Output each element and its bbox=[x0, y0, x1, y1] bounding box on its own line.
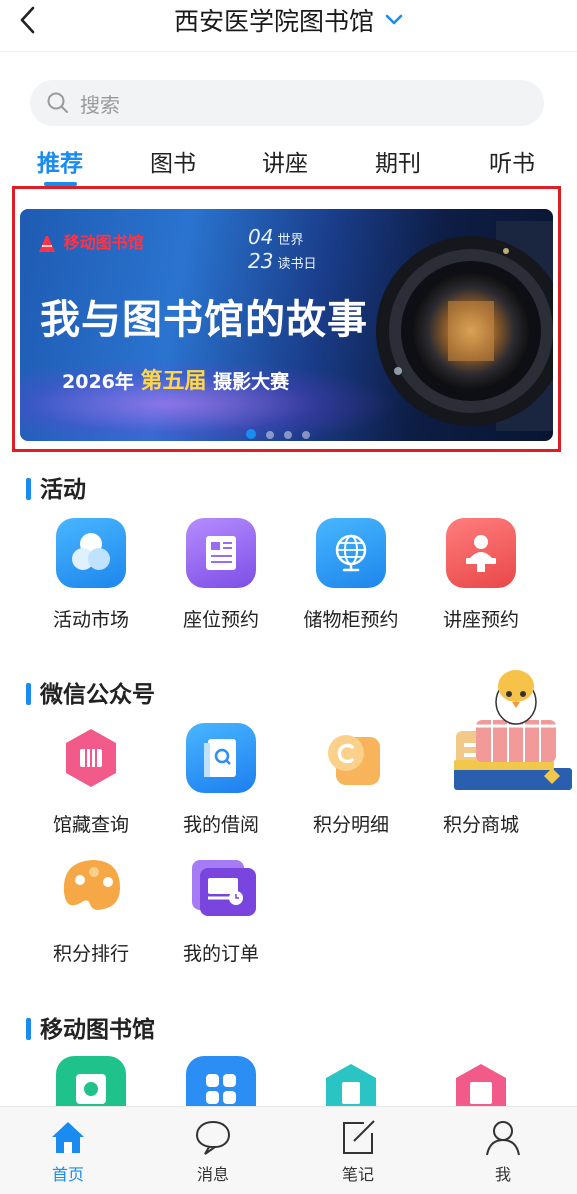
tab-audiobooks[interactable]: 听书 bbox=[489, 144, 535, 178]
camera-lens-illustration bbox=[376, 221, 553, 431]
activity-market-icon bbox=[56, 518, 126, 588]
tile-activity-market[interactable]: 活动市场 bbox=[26, 518, 156, 632]
tab-recommend[interactable]: 推荐 bbox=[37, 144, 83, 178]
tile-locker-reservation[interactable]: 储物柜预约 bbox=[286, 518, 416, 632]
tile-label: 积分排行 bbox=[52, 943, 129, 965]
promo-banner[interactable]: 移动图书馆 04 世界 23 读书日 我与图书馆的故事 2026年 第五届 摄影大赛 bbox=[20, 209, 553, 441]
library-selector[interactable]: 西安医学院图书馆 bbox=[0, 2, 577, 38]
banner-logo: 移动图书馆 bbox=[36, 229, 144, 255]
nav-profile[interactable]: 我 bbox=[458, 1117, 548, 1185]
banner-event: 摄影大赛 bbox=[213, 371, 290, 393]
tile-label: 我的借阅 bbox=[182, 814, 259, 836]
carousel-indicator[interactable] bbox=[246, 424, 320, 441]
nav-messages[interactable]: 消息 bbox=[168, 1117, 258, 1185]
tile-points-ranking[interactable]: 积分排行 bbox=[26, 852, 156, 966]
tile-seat-reservation[interactable]: 座位预约 bbox=[156, 518, 286, 632]
collection-search-icon bbox=[56, 723, 126, 793]
carousel-dot[interactable] bbox=[284, 431, 292, 439]
category-tabs: 推荐 图书 讲座 期刊 听书 bbox=[0, 144, 577, 188]
date-month: 04 bbox=[248, 225, 274, 249]
carousel-dot[interactable] bbox=[246, 429, 256, 439]
profile-icon bbox=[486, 1121, 520, 1156]
nav-label: 消息 bbox=[196, 1165, 229, 1184]
tile-collection-search[interactable]: 馆藏查询 bbox=[26, 723, 156, 837]
banner-headline: 我与图书馆的故事 bbox=[40, 296, 368, 343]
tile-points-detail[interactable]: 积分明细 bbox=[286, 723, 416, 837]
tile-label: 讲座预约 bbox=[442, 609, 519, 631]
tile-label: 储物柜预约 bbox=[303, 609, 399, 631]
nav-label: 我 bbox=[494, 1165, 511, 1184]
points-detail-icon bbox=[316, 723, 386, 793]
date-bottom-label: 读书日 bbox=[277, 257, 317, 272]
carousel-dot[interactable] bbox=[302, 431, 310, 439]
tab-lectures[interactable]: 讲座 bbox=[262, 144, 308, 178]
bottom-navigation: 首页 消息 笔记 我 bbox=[0, 1106, 577, 1194]
my-orders-icon bbox=[186, 852, 256, 922]
banner-year: 2026年 bbox=[62, 371, 134, 393]
date-top-label: 世界 bbox=[277, 233, 304, 248]
section-title-activities: 活动 bbox=[26, 470, 86, 504]
search-icon bbox=[47, 92, 68, 113]
search-placeholder: 搜索 bbox=[80, 93, 120, 117]
tile-lecture-reservation[interactable]: 讲座预约 bbox=[416, 518, 546, 632]
tile-my-orders[interactable]: 我的订单 bbox=[156, 852, 286, 966]
nav-label: 首页 bbox=[51, 1165, 84, 1184]
lecture-reservation-icon bbox=[446, 518, 516, 588]
nav-label: 笔记 bbox=[341, 1165, 374, 1184]
seat-reservation-icon bbox=[186, 518, 256, 588]
search-bar[interactable]: 搜索 bbox=[30, 80, 544, 126]
tile-label: 我的订单 bbox=[182, 943, 259, 965]
mascot-illustration bbox=[454, 670, 572, 790]
banner-logo-text: 移动图书馆 bbox=[63, 233, 144, 252]
tab-books[interactable]: 图书 bbox=[150, 144, 196, 178]
section-title-mobile-library: 移动图书馆 bbox=[26, 1010, 155, 1044]
points-ranking-icon bbox=[56, 852, 126, 922]
tile-my-borrowing[interactable]: 我的借阅 bbox=[156, 723, 286, 837]
library-logo-icon bbox=[39, 235, 55, 252]
tab-journals[interactable]: 期刊 bbox=[375, 144, 421, 178]
nav-notes[interactable]: 笔记 bbox=[313, 1117, 403, 1185]
locker-reservation-icon bbox=[316, 518, 386, 588]
tile-label: 积分商城 bbox=[442, 814, 519, 836]
message-icon bbox=[195, 1121, 231, 1155]
tile-label: 座位预约 bbox=[182, 609, 259, 631]
top-bar: 西安医学院图书馆 bbox=[0, 0, 577, 52]
note-icon bbox=[343, 1120, 375, 1154]
home-icon bbox=[52, 1122, 84, 1153]
banner-subtitle: 2026年 第五届 摄影大赛 bbox=[62, 363, 289, 395]
tile-label: 活动市场 bbox=[52, 609, 129, 631]
nav-home[interactable]: 首页 bbox=[23, 1117, 113, 1185]
date-day: 23 bbox=[248, 249, 274, 273]
banner-date: 04 世界 23 读书日 bbox=[248, 225, 316, 273]
page-title: 西安医学院图书馆 bbox=[173, 7, 374, 36]
banner-highlight-frame: 移动图书馆 04 世界 23 读书日 我与图书馆的故事 2026年 第五届 摄影大赛 bbox=[12, 186, 561, 452]
carousel-dot[interactable] bbox=[266, 431, 274, 439]
tile-label: 馆藏查询 bbox=[52, 814, 129, 836]
my-borrowing-icon bbox=[186, 723, 256, 793]
chevron-down-icon bbox=[385, 14, 403, 25]
tile-label: 积分明细 bbox=[312, 814, 389, 836]
banner-edition: 第五届 bbox=[140, 369, 207, 394]
section-title-wechat: 微信公众号 bbox=[26, 675, 155, 709]
